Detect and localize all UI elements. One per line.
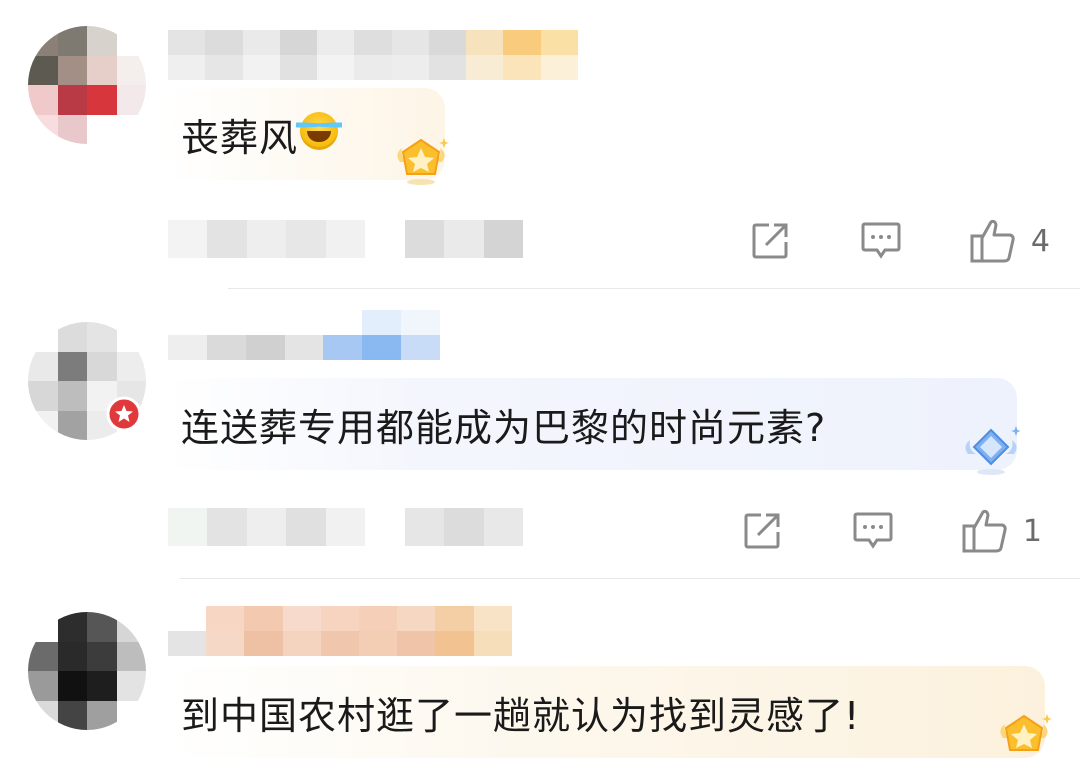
verified-badge-icon (106, 396, 142, 432)
gold-star-badge-icon (1000, 714, 1052, 751)
comment-actions: 1 (741, 508, 1050, 554)
divider (228, 288, 1080, 289)
reply-button[interactable] (859, 220, 903, 262)
thumbs-up-icon (962, 509, 1007, 553)
reply-button[interactable] (851, 510, 895, 552)
avatar[interactable] (28, 612, 146, 730)
comment-bubble: 到中国农村逛了一趟就认为找到灵感了! (165, 666, 1045, 758)
comment-text: 连送葬专用都能成为巴黎的时尚元素? (181, 405, 827, 450)
comment-actions: 4 (749, 218, 1050, 264)
thumbs-up-icon (970, 219, 1015, 263)
username-redacted[interactable] (168, 310, 440, 360)
share-icon (752, 223, 788, 259)
comment-text: 到中国农村逛了一趟就认为找到灵感了! (181, 693, 861, 738)
timestamp-redacted (168, 220, 523, 258)
username-redacted[interactable] (168, 30, 578, 80)
username-redacted[interactable] (168, 606, 550, 656)
share-button[interactable] (749, 220, 791, 262)
tears-of-joy-emoji (296, 112, 343, 150)
share-button[interactable] (741, 510, 783, 552)
comment-bubble: 连送葬专用都能成为巴黎的时尚元素? (165, 378, 1017, 470)
divider (180, 578, 1080, 579)
timestamp-redacted (168, 508, 523, 546)
blue-diamond-badge-icon (965, 426, 1020, 475)
like-button[interactable]: 1 (961, 508, 1050, 554)
gold-star-badge-icon (397, 138, 449, 185)
share-icon (744, 513, 780, 549)
comment-icon (853, 512, 893, 549)
avatar[interactable] (28, 26, 146, 144)
like-count: 1 (1022, 513, 1042, 549)
comment-icon (861, 222, 901, 259)
like-button[interactable]: 4 (969, 218, 1050, 264)
comment-text: 丧葬风 (181, 115, 299, 160)
like-count: 4 (1030, 223, 1050, 259)
